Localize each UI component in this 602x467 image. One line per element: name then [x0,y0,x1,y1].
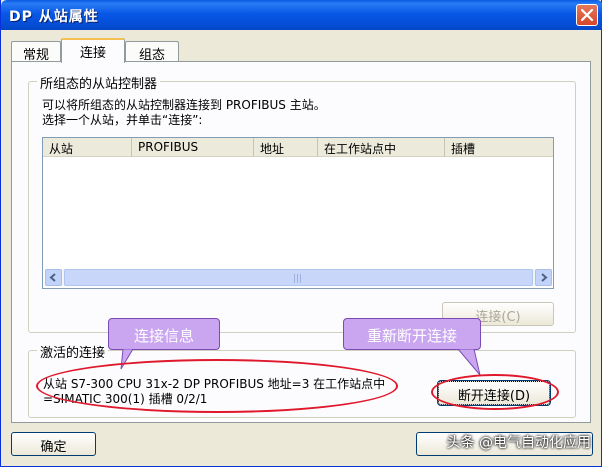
grip-icon: ||| [293,274,303,284]
instruction-line-2: 选择一个从站，并单击“连接”: [42,113,203,127]
highlight-ring-disconnect [431,374,559,410]
highlight-ring-status [36,359,398,413]
close-button[interactable] [576,4,598,26]
configured-slaves-legend: 所组态的从站控制器 [37,73,161,92]
tab-connection-label: 连接 [79,46,106,61]
tab-general[interactable]: 常规 [11,41,61,63]
title-bar[interactable]: DP 从站属性 [1,0,602,30]
slave-list-view[interactable]: 从站 PROFIBUS 地址 在工作站点中 插槽 ||| [42,137,554,289]
column-header-address[interactable]: 地址 [254,138,318,157]
chevron-left-icon [49,273,56,282]
column-header-slave[interactable]: 从站 [43,138,132,157]
annotation-connection-info: 连接信息 [108,318,220,350]
scroll-thumb[interactable]: ||| [64,269,533,286]
window-title: DP 从站属性 [9,9,99,25]
ok-button[interactable]: 确定 [11,432,96,456]
watermark: 头条 @电气自动化应用 [446,435,591,451]
column-header-slot[interactable]: 插槽 [445,138,553,157]
close-icon [581,9,593,21]
tab-configuration[interactable]: 组态 [125,41,179,63]
scroll-left-button[interactable] [45,269,62,286]
horizontal-scrollbar[interactable]: ||| [45,269,552,286]
active-connection-legend: 激活的连接 [37,342,109,361]
column-header-profibus[interactable]: PROFIBUS [132,138,254,157]
tab-connection[interactable]: 连接 [61,38,125,63]
column-header-station[interactable]: 在工作站点中 [318,138,445,157]
annotation-reconnect-disconnect: 重新断开连接 [343,318,481,350]
chevron-right-icon [541,273,548,282]
list-header: 从站 PROFIBUS 地址 在工作站点中 插槽 [43,138,553,157]
dp-slave-properties-dialog: DP 从站属性 常规 连接 组态 所组态的从站控制器 可以将所组态的从站控制器连… [0,0,602,467]
scroll-right-button[interactable] [535,269,552,286]
